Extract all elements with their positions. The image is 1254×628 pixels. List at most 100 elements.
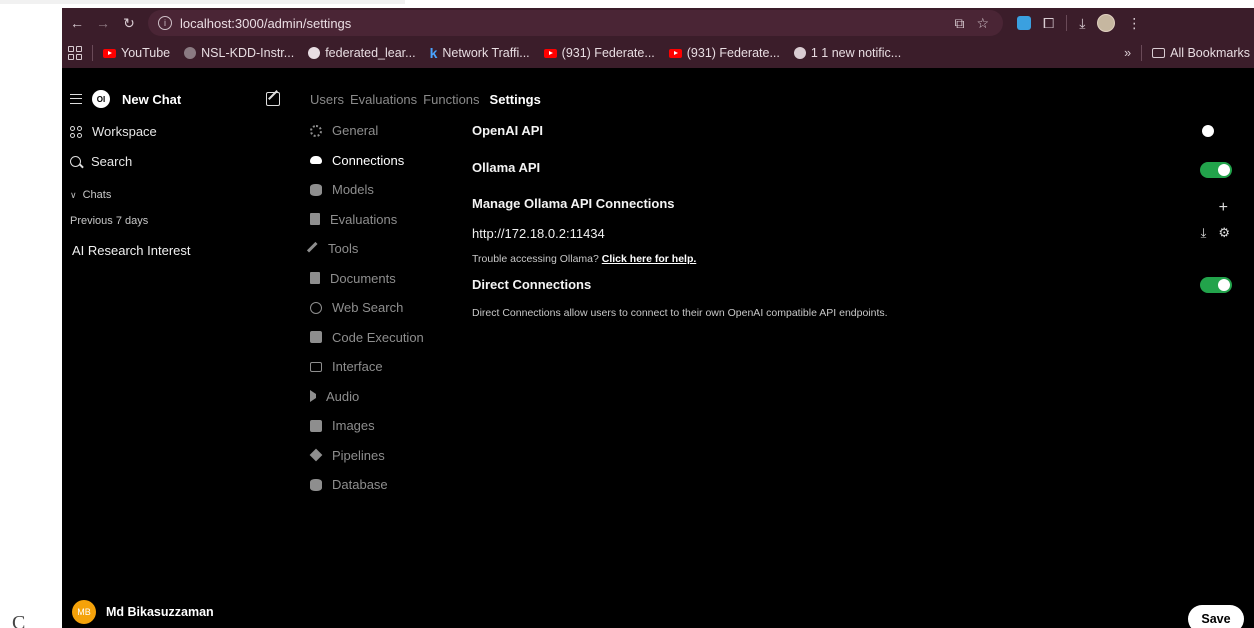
edit-icon[interactable] bbox=[266, 92, 280, 106]
sidebar: OI New Chat Workspace Search ∨ Chats Pre… bbox=[62, 68, 288, 628]
ollama-help: Trouble accessing Ollama? Click here for… bbox=[472, 253, 697, 265]
reload-icon[interactable]: ↻ bbox=[116, 10, 142, 36]
site-info-icon[interactable]: i bbox=[158, 16, 172, 30]
direct-connections-toggle[interactable] bbox=[1200, 277, 1232, 293]
user-menu[interactable]: MB Md Bikasuzzaman bbox=[72, 600, 214, 624]
app-logo[interactable]: OI bbox=[92, 90, 110, 108]
browser-toolbar: ← → ↻ i localhost:3000/admin/settings ⧉ … bbox=[62, 8, 1254, 38]
bookmark-item[interactable]: (931) Federate... bbox=[668, 46, 780, 60]
chat-group-label: Previous 7 days bbox=[70, 215, 149, 227]
menu-kebab-icon[interactable]: ⋮ bbox=[1127, 15, 1141, 32]
direct-connections-label: Direct Connections bbox=[472, 277, 592, 292]
tab-users[interactable]: Users bbox=[310, 92, 344, 107]
bookmark-item[interactable]: (931) Federate... bbox=[543, 46, 655, 60]
bookmark-item[interactable]: 1 1 new notific... bbox=[793, 46, 901, 60]
browser-window: ← → ↻ i localhost:3000/admin/settings ⧉ … bbox=[62, 8, 1254, 628]
openai-api-toggle[interactable] bbox=[1200, 123, 1232, 139]
bookmark-item[interactable]: YouTube bbox=[103, 46, 170, 60]
settings-nav-general[interactable]: General bbox=[310, 116, 450, 146]
manage-ollama-label: Manage Ollama API Connections bbox=[472, 196, 675, 211]
bookmarks-overflow[interactable]: » bbox=[1124, 46, 1131, 60]
bookmarks-divider bbox=[92, 45, 93, 61]
page-glyph: C bbox=[12, 612, 26, 628]
monitor-icon bbox=[310, 361, 322, 372]
bookmarks-bar: YouTube NSL-KDD-Instr... federated_lear.… bbox=[62, 38, 1254, 68]
settings-nav-documents[interactable]: Documents bbox=[310, 264, 450, 294]
download-icon[interactable]: ⤓ bbox=[1079, 15, 1085, 32]
globe-icon bbox=[793, 47, 806, 59]
settings-nav-connections[interactable]: Connections bbox=[310, 146, 450, 176]
chevron-down-icon: ∨ bbox=[70, 189, 77, 200]
help-link[interactable]: Click here for help. bbox=[602, 253, 697, 265]
settings-nav-models[interactable]: Models bbox=[310, 175, 450, 205]
url-text[interactable]: localhost:3000/admin/settings bbox=[180, 16, 954, 31]
app: OI New Chat Workspace Search ∨ Chats Pre… bbox=[62, 68, 1254, 628]
youtube-icon bbox=[543, 48, 557, 58]
extensions-puzzle-icon[interactable]: ⧠ bbox=[1043, 15, 1054, 32]
profile-avatar[interactable] bbox=[1097, 14, 1116, 32]
user-name[interactable]: Md Bikasuzzaman bbox=[106, 605, 214, 619]
top-strip bbox=[0, 0, 405, 4]
toolbar-divider bbox=[1066, 15, 1068, 31]
globe-icon bbox=[310, 301, 322, 314]
gear-icon bbox=[310, 124, 322, 137]
sidebar-header: OI New Chat bbox=[70, 90, 280, 108]
add-connection-icon[interactable]: + bbox=[1219, 199, 1228, 217]
youtube-icon bbox=[103, 48, 116, 58]
address-bar[interactable]: i localhost:3000/admin/settings ⧉ ☆ bbox=[148, 10, 1003, 36]
layers-icon bbox=[309, 448, 323, 462]
settings-nav-code-execution[interactable]: Code Execution bbox=[310, 323, 450, 353]
settings-nav-audio[interactable]: Audio bbox=[310, 382, 450, 412]
wrench-icon bbox=[306, 241, 322, 256]
bookmarks-divider bbox=[1141, 45, 1143, 61]
cloud-icon bbox=[310, 156, 322, 165]
k-icon: k bbox=[429, 45, 438, 61]
settings-nav-interface[interactable]: Interface bbox=[310, 352, 450, 382]
document-icon bbox=[310, 213, 320, 226]
menu-icon[interactable] bbox=[70, 94, 82, 104]
apps-grid-icon[interactable] bbox=[68, 46, 82, 60]
search-icon bbox=[70, 156, 81, 167]
settings-nav-web-search[interactable]: Web Search bbox=[310, 293, 450, 323]
bookmark-item[interactable]: federated_lear... bbox=[308, 46, 416, 60]
sidebar-item-workspace[interactable]: Workspace bbox=[70, 124, 157, 139]
settings-nav-tools[interactable]: Tools bbox=[306, 234, 450, 264]
back-icon[interactable]: ← bbox=[64, 10, 90, 36]
ollama-url: http://172.18.0.2:11434 bbox=[472, 226, 605, 241]
avatar[interactable]: MB bbox=[72, 600, 96, 624]
models-icon bbox=[310, 183, 322, 196]
direct-connections-description: Direct Connections allow users to connec… bbox=[472, 307, 888, 319]
chat-item[interactable]: AI Research Interest bbox=[72, 243, 191, 258]
settings-nav-pipelines[interactable]: Pipelines bbox=[309, 441, 450, 471]
speaker-icon bbox=[310, 390, 316, 403]
gear-icon[interactable]: ⚙ bbox=[1218, 225, 1230, 241]
all-bookmarks[interactable]: All Bookmarks bbox=[1152, 46, 1250, 60]
settings-nav-database[interactable]: Database bbox=[310, 470, 450, 500]
ollama-api-toggle[interactable] bbox=[1200, 162, 1232, 178]
tab-evaluations[interactable]: Evaluations bbox=[350, 92, 417, 107]
ollama-api-label: Ollama API bbox=[472, 160, 541, 175]
workspace-icon bbox=[70, 125, 82, 138]
install-app-icon[interactable]: ⧉ bbox=[954, 15, 964, 32]
sidebar-item-search[interactable]: Search bbox=[70, 154, 132, 169]
connections-panel: OpenAI API Ollama API Manage Ollama API … bbox=[472, 68, 1254, 628]
bookmark-item[interactable]: k Network Traffi... bbox=[430, 45, 530, 61]
settings-nav-images[interactable]: Images bbox=[310, 411, 450, 441]
image-icon bbox=[310, 419, 322, 432]
save-button[interactable]: Save bbox=[1188, 605, 1244, 628]
bookmark-item[interactable]: NSL-KDD-Instr... bbox=[184, 46, 294, 60]
download-icon[interactable]: ⤓ bbox=[1201, 225, 1207, 241]
settings-nav: General Connections Models Evaluations T… bbox=[306, 116, 450, 500]
github-icon bbox=[308, 47, 321, 59]
new-chat-label[interactable]: New Chat bbox=[122, 92, 181, 107]
page: C ← → ↻ i localhost:3000/admin/settings … bbox=[0, 0, 1254, 628]
forward-icon[interactable]: → bbox=[90, 10, 116, 36]
document-icon bbox=[310, 272, 320, 285]
extension-icon[interactable] bbox=[1017, 16, 1031, 30]
folder-icon bbox=[1152, 48, 1166, 58]
bookmark-star-icon[interactable]: ☆ bbox=[976, 15, 989, 32]
database-icon bbox=[310, 478, 322, 491]
youtube-icon bbox=[668, 48, 682, 58]
chats-toggle[interactable]: ∨ Chats bbox=[70, 189, 111, 201]
settings-nav-evaluations[interactable]: Evaluations bbox=[310, 205, 450, 235]
